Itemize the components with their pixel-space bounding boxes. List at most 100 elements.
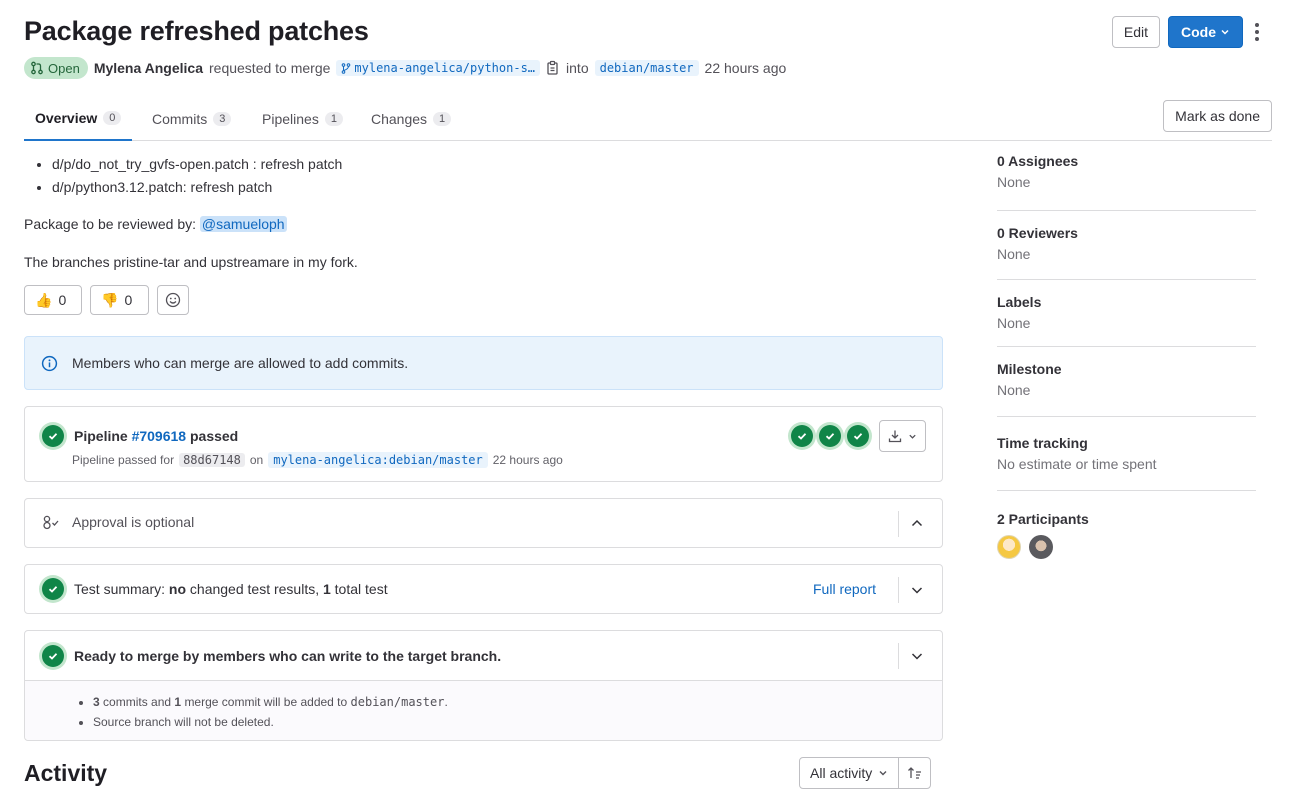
approval-widget: Approval is optional: [24, 498, 943, 548]
activity-title: Activity: [24, 760, 108, 786]
thumbs-down-button[interactable]: 👎 0: [90, 285, 149, 315]
pipeline-stages: [791, 425, 869, 447]
pipeline-details: Pipeline passed for 88d67148 on mylena-a…: [72, 452, 563, 468]
add-reaction-button[interactable]: [157, 285, 189, 315]
pipeline-ref-link[interactable]: mylena-angelica:debian/master: [268, 452, 488, 468]
participants-section: 2 Participants: [997, 491, 1256, 559]
labels-section: Labels None: [997, 280, 1256, 347]
stage-passed-icon[interactable]: [847, 425, 869, 447]
commit-sha-link[interactable]: 88d67148: [179, 453, 245, 467]
merge-text: merge commit will be added to: [184, 695, 348, 709]
target-branch-link[interactable]: debian/master: [594, 60, 699, 76]
time-tracking-value: No estimate or time spent: [997, 456, 1157, 472]
chevron-down-icon: [1221, 29, 1229, 35]
edit-button[interactable]: Edit: [1111, 16, 1160, 48]
labels-title[interactable]: Labels: [997, 294, 1256, 310]
right-sidebar: 0 Assignees None 0 Reviewers None Labels…: [997, 153, 1256, 559]
tab-count: 1: [433, 111, 452, 126]
avatar[interactable]: [1029, 535, 1053, 559]
chevron-up-icon[interactable]: [910, 516, 924, 530]
time-tracking-title[interactable]: Time tracking: [997, 435, 1256, 451]
test-summary-prefix: Test summary:: [74, 581, 166, 597]
avatar[interactable]: [997, 535, 1021, 559]
merge-commit-count: 1: [174, 695, 182, 709]
sort-direction-button[interactable]: [899, 758, 930, 788]
list-item: d/p/python3.12.patch: refresh patch: [52, 176, 943, 199]
copy-icon[interactable]: [546, 60, 560, 76]
pipeline-status-line: Pipeline #709618 passed: [74, 428, 238, 444]
merge-request-meta: Open Mylena Angelica requested to merge …: [24, 57, 786, 79]
milestone-title[interactable]: Milestone: [997, 361, 1256, 377]
requested-text: requested to merge: [209, 60, 331, 76]
info-message: Members who can merge are allowed to add…: [72, 355, 409, 371]
reactions: 👍 0 👎 0: [24, 285, 189, 315]
branches-note: The branches pristine-tar and upstreamar…: [24, 254, 358, 270]
test-summary-widget: Test summary: no changed test results, 1…: [24, 564, 943, 614]
tab-label: Overview: [35, 109, 98, 126]
reviewers-value: None: [997, 246, 1031, 262]
tab-count: 3: [213, 111, 232, 126]
review-paragraph: Package to be reviewed by: @samueloph: [24, 216, 287, 232]
merge-ready-text: Ready to merge by members who can write …: [74, 648, 502, 664]
list-item: d/p/do_not_try_gvfs-open.patch : refresh…: [52, 153, 943, 176]
tab-pipelines[interactable]: Pipelines 1: [262, 96, 343, 141]
merge-commits-note: 3 commits and 1 merge commit will be add…: [93, 692, 942, 712]
full-report-link[interactable]: Full report: [813, 581, 876, 597]
source-branch-link[interactable]: mylena-angelica/python-s…: [336, 60, 541, 76]
check-circle-icon: [42, 425, 64, 447]
pipeline-id-link[interactable]: #709618: [132, 428, 187, 444]
merge-target-branch: debian/master: [350, 695, 445, 709]
reviewers-section: 0 Reviewers None: [997, 211, 1256, 280]
test-summary-text: Test summary: no changed test results, 1…: [74, 581, 388, 597]
created-time: 22 hours ago: [704, 60, 787, 76]
pipeline-label: Pipeline: [74, 428, 128, 444]
pipeline-status: passed: [189, 428, 239, 444]
test-count: 1: [322, 581, 331, 597]
participants-title: 2 Participants: [997, 511, 1089, 527]
smiley-icon: [165, 292, 181, 308]
branch-icon: [342, 62, 351, 74]
code-button-label: Code: [1181, 24, 1216, 40]
assignees-section: 0 Assignees None: [997, 153, 1256, 211]
tab-label: Pipelines: [262, 110, 319, 127]
merge-request-tabs: Overview 0 Commits 3 Pipelines 1 Changes…: [24, 96, 1272, 141]
download-artifacts-button[interactable]: [879, 420, 926, 452]
test-middle: changed test results,: [189, 581, 320, 597]
review-prefix: Package to be reviewed by:: [24, 216, 196, 232]
info-alert: Members who can merge are allowed to add…: [24, 336, 943, 390]
activity-filter-dropdown[interactable]: All activity: [800, 758, 900, 788]
sort-icon: [907, 767, 921, 779]
thumbs-up-button[interactable]: 👍 0: [24, 285, 82, 315]
stage-passed-icon[interactable]: [819, 425, 841, 447]
assignees-value: None: [997, 174, 1031, 190]
mark-as-done-button[interactable]: Mark as done: [1163, 100, 1272, 132]
main-content: d/p/do_not_try_gvfs-open.patch : refresh…: [24, 153, 943, 741]
tab-overview[interactable]: Overview 0: [24, 96, 133, 141]
tab-changes[interactable]: Changes 1: [371, 96, 452, 141]
stage-passed-icon[interactable]: [791, 425, 813, 447]
status-label: Open: [48, 60, 80, 76]
reviewers-title[interactable]: 0 Reviewers: [997, 225, 1256, 241]
author-link[interactable]: Mylena Angelica: [94, 60, 203, 76]
approval-text: Approval is optional: [72, 514, 195, 530]
check-circle-icon: [42, 645, 64, 667]
source-branch-label: mylena-angelica/python-s…: [354, 61, 536, 75]
labels-value: None: [997, 315, 1031, 331]
chevron-down-icon: [909, 434, 916, 439]
activity-filter-label: All activity: [810, 765, 873, 781]
page-title: Package refreshed patches: [24, 16, 369, 46]
more-actions-kebab-icon[interactable]: [1247, 20, 1267, 44]
time-tracking-section: Time tracking No estimate or time spent: [997, 417, 1256, 491]
code-dropdown-button[interactable]: Code: [1168, 16, 1243, 48]
commit-count: 3: [93, 695, 100, 709]
assignees-title[interactable]: 0 Assignees: [997, 153, 1256, 169]
period: .: [444, 695, 448, 709]
tab-commits[interactable]: Commits 3: [152, 96, 232, 141]
pipeline-widget: Pipeline #709618 passed Pipeline passed …: [24, 406, 943, 482]
chevron-down-icon[interactable]: [910, 583, 924, 597]
chevron-down-icon[interactable]: [910, 649, 924, 663]
reviewer-mention[interactable]: @samueloph: [199, 216, 287, 232]
test-suffix: total test: [334, 581, 388, 597]
into-text: into: [566, 60, 589, 76]
approval-icon: [43, 515, 59, 530]
